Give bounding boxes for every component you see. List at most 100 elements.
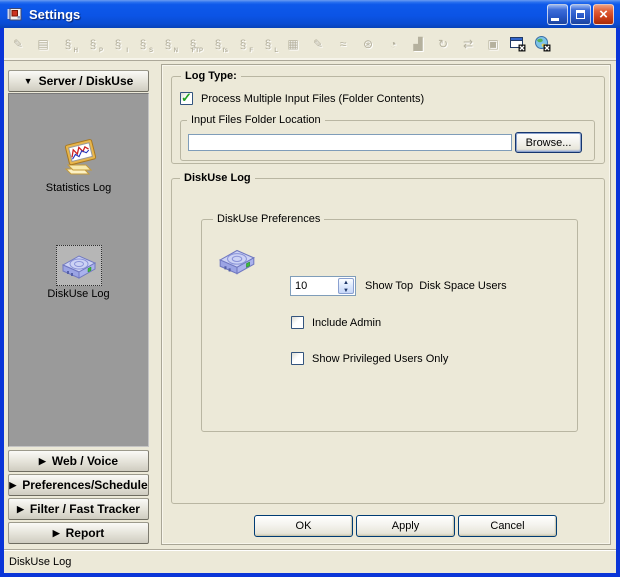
sidebar-item-diskuse-log[interactable]: DiskUse Log xyxy=(9,288,148,300)
refresh-icon: ↻ xyxy=(435,35,451,53)
chevron-right-icon: ▶ xyxy=(53,528,60,539)
include-admin-checkbox[interactable]: ✓ xyxy=(291,316,304,329)
privileged-only-checkbox[interactable]: ✓ xyxy=(291,352,304,365)
log-type-n-icon-tag: N xyxy=(174,48,178,54)
close-button[interactable]: × xyxy=(593,4,614,25)
minimize-button[interactable] xyxy=(547,4,568,25)
ok-button[interactable]: OK xyxy=(254,515,353,537)
sidebar-panel-web-voice[interactable]: ▶ Web / Voice xyxy=(8,450,149,472)
log-type-h-icon-tag: H xyxy=(74,48,78,54)
log-type-p-icon: §P xyxy=(85,35,101,53)
app-icon xyxy=(7,6,23,22)
chevron-down-icon: ▼ xyxy=(24,76,33,86)
minimize-icon xyxy=(551,18,559,21)
sidebar-item-list: Statistics Log DiskUse Log xyxy=(8,93,149,447)
sidebar-panel-label: Filter / Fast Tracker xyxy=(30,502,140,516)
sidebar-panel-label: Report xyxy=(66,526,105,540)
sidebar-item-statistics-log[interactable]: Statistics Log xyxy=(9,182,148,194)
diskuse-preferences-group: DiskUse Preferences 10 xyxy=(201,219,578,432)
toolbar-disabled-group: ✎ ▤ §H §P §I §S §N §FTP §fs §F §L ▦ ✎ ≈ ⊛ ◔ ▟ ↻ ⇄ ▣ xyxy=(10,35,510,53)
log-type-f-icon: §F xyxy=(235,35,251,53)
window-border-right xyxy=(616,28,620,577)
diskuse-preferences-title: DiskUse Preferences xyxy=(213,212,324,226)
sidebar-panel-label: Server / DiskUse xyxy=(39,74,134,88)
sidebar-panel-report[interactable]: ▶ Report xyxy=(8,522,149,544)
process-multiple-files-checkbox[interactable]: ✓ xyxy=(180,92,193,105)
signature-icon: ✎ xyxy=(310,35,326,53)
input-folder-group: Input Files Folder Location Browse... xyxy=(180,120,595,161)
log-type-h-icon: §H xyxy=(60,35,76,53)
maximize-button[interactable] xyxy=(570,4,591,25)
sidebar-panel-server-diskuse[interactable]: ▼ Server / DiskUse xyxy=(8,70,149,92)
include-admin-row: ✓ Include Admin xyxy=(291,316,381,329)
privileged-only-row: ✓ Show Privileged Users Only xyxy=(291,352,448,365)
log-type-group: Log Type: ✓ Process Multiple Input Files… xyxy=(171,76,605,164)
show-top-spinner[interactable]: 10 ▲ ▼ xyxy=(290,276,356,296)
toolbar: ✎ ▤ §H §P §I §S §N §FTP §fs §F §L ▦ ✎ ≈ ⊛ ◔ ▟ ↻ ⇄ ▣ xyxy=(4,28,616,61)
spinner-down-icon[interactable]: ▼ xyxy=(339,287,353,295)
privileged-only-label: Show Privileged Users Only xyxy=(312,353,448,365)
log-type-ftp-icon-tag: FTP xyxy=(192,48,203,54)
log-type-l-icon-tag: L xyxy=(274,48,278,54)
transfer-icon: ⇄ xyxy=(460,35,476,53)
include-admin-label: Include Admin xyxy=(312,317,381,329)
sidebar-panel-preferences-schedule[interactable]: ▶ Preferences/Schedule xyxy=(8,474,149,496)
chart-icon: ▟ xyxy=(410,35,426,53)
sidebar-panel-filter-fast-tracker[interactable]: ▶ Filter / Fast Tracker xyxy=(8,498,149,520)
close-icon: × xyxy=(599,6,608,23)
chevron-right-icon: ▶ xyxy=(39,456,46,467)
log-type-f-icon-tag: F xyxy=(249,48,253,54)
sidebar-panel-label: Preferences/Schedule xyxy=(22,478,147,492)
maximize-icon xyxy=(576,10,585,19)
log-type-l-icon: §L xyxy=(260,35,276,53)
log-type-i-icon-tag: I xyxy=(126,48,128,54)
check-icon: ✓ xyxy=(181,90,192,106)
log-type-fs-icon-tag: fs xyxy=(223,48,228,54)
window-title: Settings xyxy=(29,7,80,22)
show-top-label: Show Top Disk Space Users xyxy=(365,280,507,292)
log-type-fs-icon: §fs xyxy=(210,35,226,53)
statusbar-text: DiskUse Log xyxy=(9,556,71,568)
database-edit-icon: ▣ xyxy=(485,35,501,53)
browse-button[interactable]: Browse... xyxy=(515,132,582,153)
main-panel: Log Type: ✓ Process Multiple Input Files… xyxy=(161,64,611,545)
log-type-p-icon-tag: P xyxy=(99,48,103,54)
edit-icon: ✎ xyxy=(10,35,26,53)
settings-window: Settings × ✎ ▤ §H §P §I §S §N §FTP §fs §F §L ▦ ✎ ≈ ⊛ ◔ ▟… xyxy=(0,0,620,577)
log-type-s-icon: §S xyxy=(135,35,151,53)
sidebar-item-diskuse-log-selected[interactable] xyxy=(56,245,102,286)
input-folder-group-title: Input Files Folder Location xyxy=(187,113,325,127)
diskuse-log-group-title: DiskUse Log xyxy=(180,171,255,185)
log-type-ftp-icon: §FTP xyxy=(185,35,201,53)
document-icon: ▦ xyxy=(285,35,301,53)
spinner-up-icon[interactable]: ▲ xyxy=(339,279,353,287)
titlebar: Settings × xyxy=(0,0,620,28)
window-delete-icon[interactable] xyxy=(510,35,526,53)
statusbar: DiskUse Log xyxy=(4,549,616,573)
sidebar-panel-label: Web / Voice xyxy=(52,454,118,468)
spinner-buttons: ▲ ▼ xyxy=(338,278,354,294)
ab-text-icon: ≈ xyxy=(335,35,351,53)
gear-icon: ⊛ xyxy=(360,35,376,53)
globe-delete-icon[interactable] xyxy=(535,35,551,53)
show-top-value: 10 xyxy=(295,280,307,292)
printer-icon: ▤ xyxy=(35,35,51,53)
apply-button[interactable]: Apply xyxy=(356,515,455,537)
window-border-bottom xyxy=(0,573,620,577)
log-type-s-icon-tag: S xyxy=(149,48,153,54)
chevron-right-icon: ▶ xyxy=(17,504,24,515)
clock-icon: ◔ xyxy=(385,35,401,53)
statistics-log-icon[interactable] xyxy=(59,138,101,181)
diskuse-log-icon xyxy=(59,250,99,282)
window-border-left xyxy=(0,28,4,577)
folder-location-input[interactable] xyxy=(188,134,512,151)
caption-buttons: × xyxy=(547,4,614,25)
diskuse-log-group: DiskUse Log DiskUse Preferences xyxy=(171,178,605,504)
cancel-button[interactable]: Cancel xyxy=(458,515,557,537)
log-type-i-icon: §I xyxy=(110,35,126,53)
process-multiple-files-row: ✓ Process Multiple Input Files (Folder C… xyxy=(180,92,424,105)
log-type-group-title: Log Type: xyxy=(181,69,241,83)
process-multiple-files-label: Process Multiple Input Files (Folder Con… xyxy=(201,93,424,105)
log-type-n-icon: §N xyxy=(160,35,176,53)
hard-disk-icon xyxy=(216,244,258,281)
